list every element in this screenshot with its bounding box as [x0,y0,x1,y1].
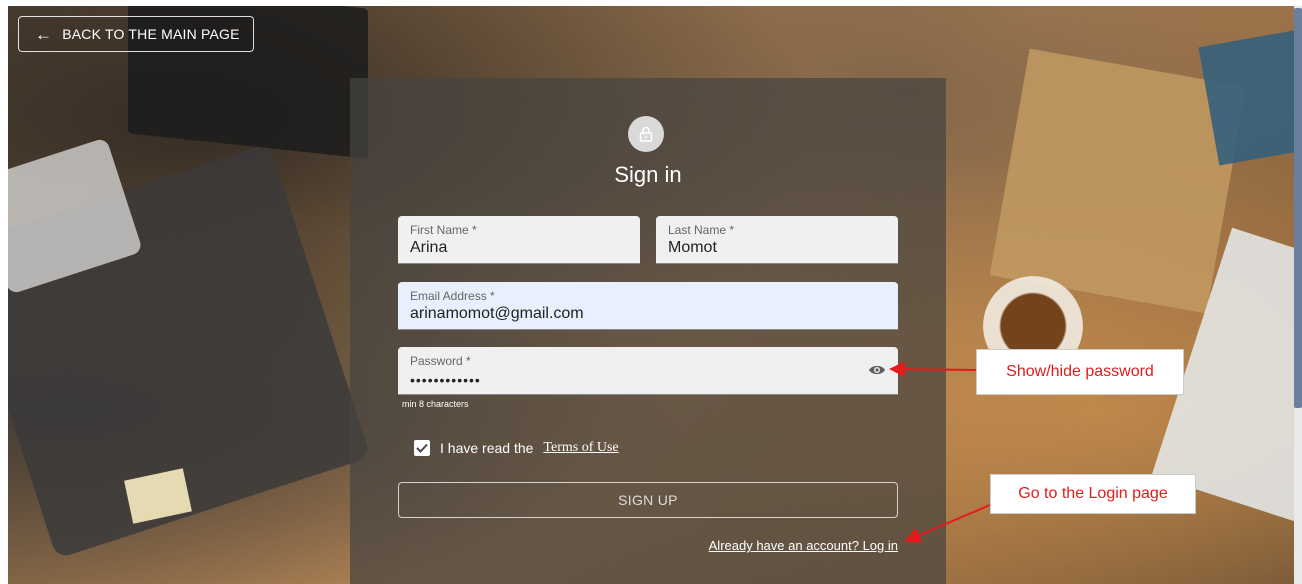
sign-up-button[interactable]: SIGN UP [398,482,898,518]
show-hide-password-callout: Show/hide password [976,349,1184,395]
checkmark-icon [416,443,428,453]
back-button-label: BACK TO THE MAIN PAGE [62,26,240,42]
last-name-value: Momot [668,239,717,256]
arrow-left-icon: ← [35,24,53,44]
last-name-field[interactable]: Last Name * Momot [656,216,898,264]
terms-row: I have read the Terms of Use [414,440,619,456]
scrollbar-thumb[interactable] [1294,8,1302,408]
back-to-main-button[interactable]: ← BACK TO THE MAIN PAGE [18,16,254,52]
signup-panel: Sign in First Name * Arina Last Name * M… [350,78,946,584]
email-value: arinamomot@gmail.com [410,305,584,322]
password-value: •••••••••••• [410,372,481,388]
first-name-value: Arina [410,239,448,256]
email-field[interactable]: Email Address * arinamomot@gmail.com [398,282,898,330]
password-field[interactable]: Password * •••••••••••• [398,347,898,395]
last-name-label: Last Name * [668,223,735,237]
terms-of-use-link[interactable]: Terms of Use [543,440,618,456]
first-name-field[interactable]: First Name * Arina [398,216,640,264]
login-link[interactable]: Already have an account? Log in [690,538,898,553]
login-callout-text: Go to the Login page [1018,485,1168,502]
show-hide-callout-text: Show/hide password [1006,363,1154,380]
email-label: Email Address * [410,289,495,303]
eye-icon[interactable] [868,363,886,377]
terms-prefix: I have read the [440,440,534,456]
terms-checkbox[interactable] [414,440,430,456]
login-page-callout: Go to the Login page [990,474,1196,514]
lock-icon [628,116,664,152]
first-name-label: First Name * [410,223,477,237]
page-title: Sign in [614,162,682,187]
password-helper-text: min 8 characters [402,399,469,409]
password-label: Password * [410,354,471,368]
